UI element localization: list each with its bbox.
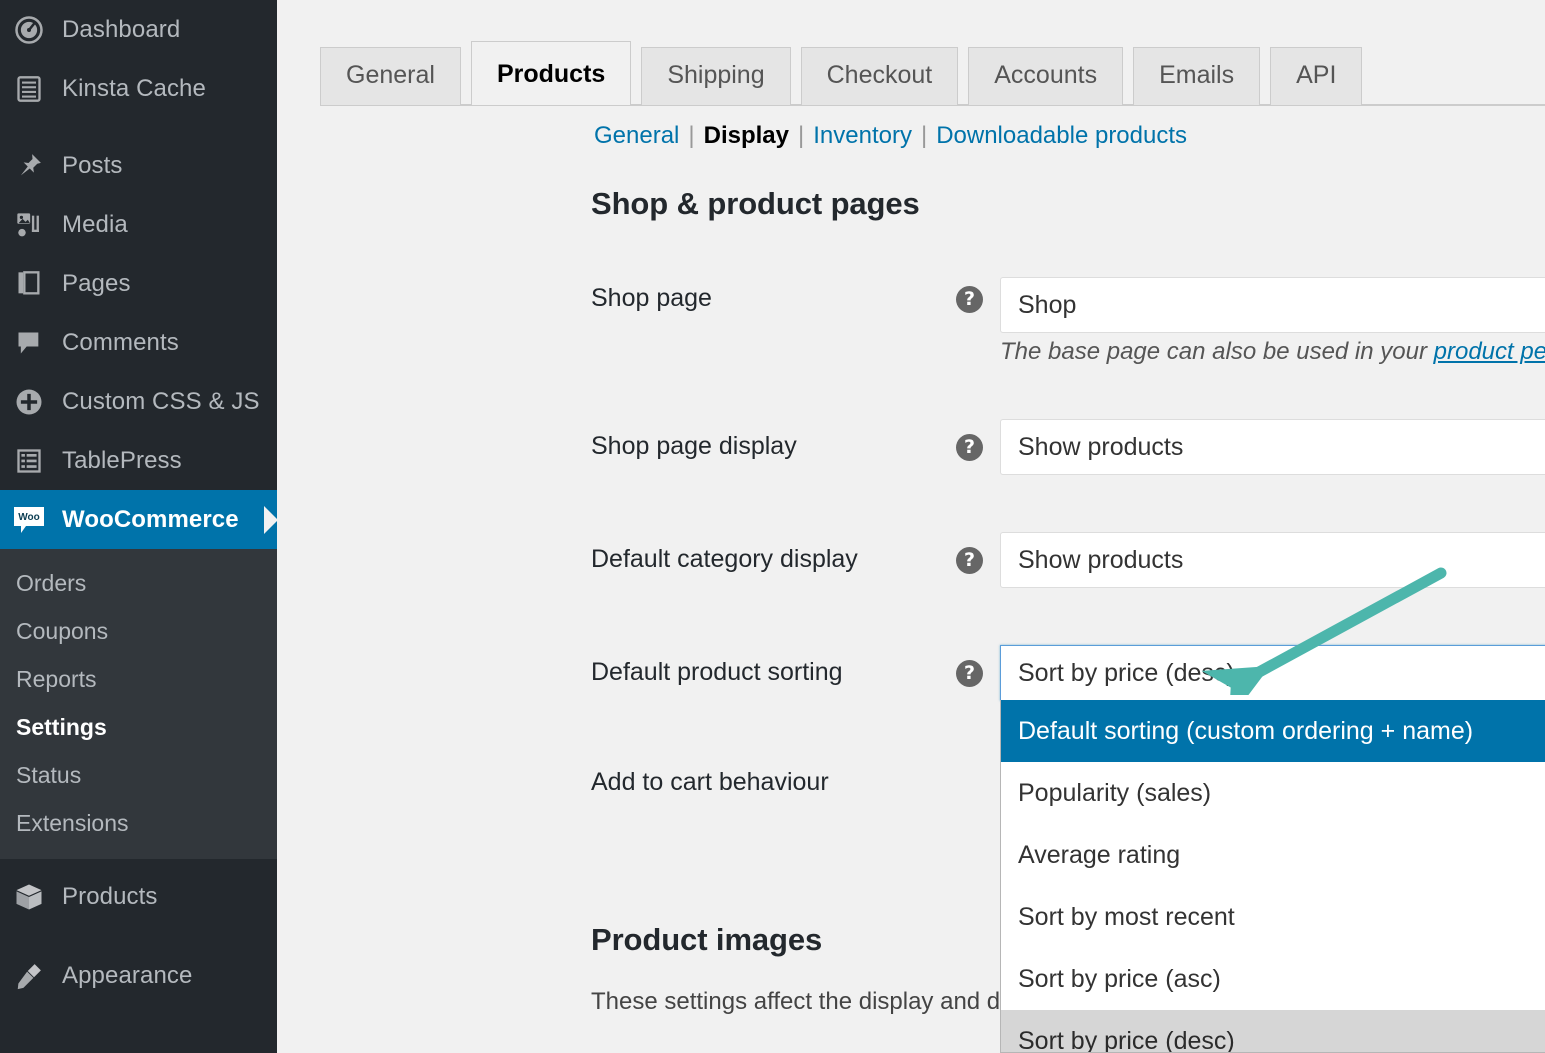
- dropdown-option-most-recent[interactable]: Sort by most recent: [1001, 886, 1545, 948]
- shop-page-display-label: Shop page display: [591, 432, 797, 461]
- sidebar-item-woocommerce[interactable]: Woo WooCommerce: [0, 490, 277, 549]
- table-icon: [12, 444, 46, 478]
- default-category-display-label: Default category display: [591, 545, 858, 574]
- subnav-separator: |: [688, 122, 694, 150]
- tab-general[interactable]: General: [320, 47, 461, 105]
- dropdown-option-price-desc[interactable]: Sort by price (desc): [1001, 1010, 1545, 1052]
- sidebar-item-kinsta-cache[interactable]: Kinsta Cache: [0, 59, 277, 118]
- dropdown-option-price-asc[interactable]: Sort by price (asc): [1001, 948, 1545, 1010]
- plus-circle-icon: [12, 385, 46, 419]
- subnav-link-inventory[interactable]: Inventory: [813, 122, 912, 150]
- sidebar-item-pages[interactable]: Pages: [0, 254, 277, 313]
- sidebar-item-custom-css-js[interactable]: Custom CSS & JS: [0, 372, 277, 431]
- add-to-cart-behaviour-label: Add to cart behaviour: [591, 768, 829, 797]
- sidebar-item-label: Posts: [62, 152, 123, 180]
- dropdown-options-list: Default sorting (custom ordering + name)…: [1001, 700, 1545, 1052]
- default-product-sorting-help-icon[interactable]: ?: [956, 660, 983, 687]
- sidebar-divider: [0, 118, 277, 136]
- comment-icon: [12, 326, 46, 360]
- tab-api[interactable]: API: [1270, 47, 1362, 105]
- admin-sidebar: Dashboard Kinsta Cache Posts: [0, 0, 277, 1053]
- product-permalinks-link[interactable]: product permalinks: [1434, 338, 1545, 365]
- sidebar-item-products[interactable]: Products: [0, 867, 277, 926]
- sidebar-item-comments[interactable]: Comments: [0, 313, 277, 372]
- box-icon: [12, 880, 46, 914]
- subnav-link-downloadable-products[interactable]: Downloadable products: [936, 122, 1187, 150]
- shop-page-description-text: The base page can also be used in your: [1000, 338, 1434, 365]
- sidebar-item-label: WooCommerce: [62, 506, 239, 534]
- subnav-link-general[interactable]: General: [594, 122, 679, 150]
- shop-page-display-help-icon[interactable]: ?: [956, 434, 983, 461]
- sidebar-item-label: Pages: [62, 270, 131, 298]
- shop-page-label: Shop page: [591, 284, 712, 313]
- sidebar-item-appearance[interactable]: Appearance: [0, 946, 277, 1005]
- tab-checkout[interactable]: Checkout: [801, 47, 959, 105]
- sidebar-item-label: TablePress: [62, 447, 182, 475]
- dashboard-icon: [12, 13, 46, 47]
- submenu-item-coupons[interactable]: Coupons: [0, 607, 277, 655]
- settings-tabs: General Products Shipping Checkout Accou…: [277, 0, 1545, 106]
- sidebar-item-dashboard[interactable]: Dashboard: [0, 0, 277, 59]
- sidebar-item-label: Kinsta Cache: [62, 75, 206, 103]
- submenu-item-settings[interactable]: Settings: [0, 703, 277, 751]
- default-product-sorting-dropdown[interactable]: Default sorting (custom ordering + name)…: [1000, 700, 1545, 1053]
- sidebar-item-label: Custom CSS & JS: [62, 388, 260, 416]
- default-product-sorting-label: Default product sorting: [591, 658, 843, 687]
- submenu-item-reports[interactable]: Reports: [0, 655, 277, 703]
- shop-page-description: The base page can also be used in your p…: [1000, 338, 1545, 366]
- sidebar-item-label: Media: [62, 211, 128, 239]
- subnav-link-display[interactable]: Display: [704, 122, 789, 150]
- sidebar-item-label: Products: [62, 883, 158, 911]
- shop-page-value: Shop: [1018, 291, 1545, 320]
- default-product-sorting-select[interactable]: Sort by price (desc): [1000, 645, 1545, 701]
- pages-icon: [12, 267, 46, 301]
- submenu-item-extensions[interactable]: Extensions: [0, 799, 277, 847]
- woocommerce-submenu: Orders Coupons Reports Settings Status E…: [0, 549, 277, 859]
- page-root: Dashboard Kinsta Cache Posts: [0, 0, 1545, 1053]
- product-images-heading: Product images: [591, 922, 822, 958]
- brush-icon: [12, 959, 46, 993]
- default-category-display-help-icon[interactable]: ?: [956, 547, 983, 574]
- subnav-separator: |: [798, 122, 804, 150]
- shop-page-display-value: Show products: [1018, 433, 1545, 462]
- woocommerce-icon: Woo: [12, 503, 46, 537]
- tab-shipping[interactable]: Shipping: [641, 47, 790, 105]
- sidebar-item-media[interactable]: Media: [0, 195, 277, 254]
- tab-emails[interactable]: Emails: [1133, 47, 1260, 105]
- sidebar-item-label: Comments: [62, 329, 179, 357]
- pin-icon: [12, 149, 46, 183]
- default-category-display-value: Show products: [1018, 546, 1545, 575]
- media-icon: [12, 208, 46, 242]
- dropdown-option-average-rating[interactable]: Average rating: [1001, 824, 1545, 886]
- sidebar-item-label: Appearance: [62, 962, 192, 990]
- sidebar-item-label: Dashboard: [62, 16, 180, 44]
- dropdown-option-default-sorting[interactable]: Default sorting (custom ordering + name): [1001, 700, 1545, 762]
- settings-subnav: General | Display | Inventory | Download…: [594, 122, 1187, 150]
- tab-products[interactable]: Products: [471, 41, 631, 105]
- server-icon: [12, 72, 46, 106]
- sidebar-item-tablepress[interactable]: TablePress: [0, 431, 277, 490]
- dropdown-option-popularity[interactable]: Popularity (sales): [1001, 762, 1545, 824]
- svg-text:Woo: Woo: [18, 512, 39, 523]
- tab-accounts[interactable]: Accounts: [968, 47, 1123, 105]
- settings-content: General Products Shipping Checkout Accou…: [277, 0, 1545, 1053]
- subnav-separator: |: [921, 122, 927, 150]
- shop-product-pages-heading: Shop & product pages: [591, 186, 920, 222]
- shop-page-select[interactable]: Shop ×: [1000, 277, 1545, 333]
- shop-page-display-select[interactable]: Show products: [1000, 419, 1545, 475]
- submenu-item-orders[interactable]: Orders: [0, 559, 277, 607]
- default-product-sorting-value: Sort by price (desc): [1018, 659, 1545, 688]
- default-category-display-select[interactable]: Show products: [1000, 532, 1545, 588]
- sidebar-item-posts[interactable]: Posts: [0, 136, 277, 195]
- submenu-item-status[interactable]: Status: [0, 751, 277, 799]
- shop-page-help-icon[interactable]: ?: [956, 286, 983, 313]
